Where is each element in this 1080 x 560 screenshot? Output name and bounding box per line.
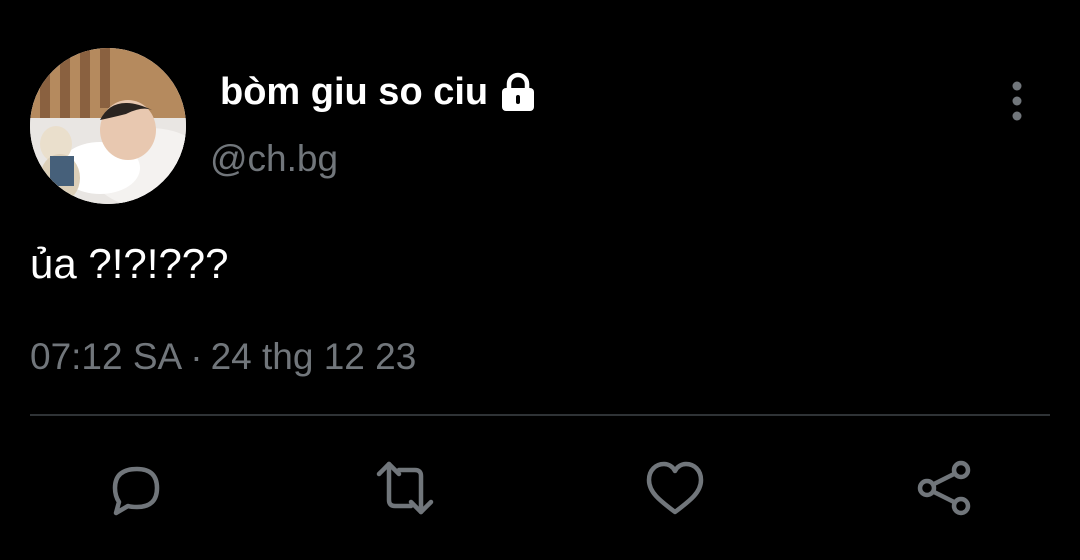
avatar[interactable]	[30, 48, 186, 204]
retweet-icon	[376, 461, 434, 515]
reply-button[interactable]	[103, 456, 167, 520]
display-name[interactable]: bòm giu so ciu	[220, 71, 488, 114]
avatar-photo	[30, 48, 186, 204]
share-icon	[917, 460, 971, 516]
user-handle[interactable]: @ch.bg	[210, 138, 338, 180]
like-button[interactable]	[643, 456, 707, 520]
meta-separator: ·	[190, 336, 203, 377]
tweet-time: 07:12 SA	[30, 336, 183, 377]
lock-icon	[496, 70, 540, 114]
tweet-timestamp[interactable]: 07:12 SA · 24 thg 12 23	[30, 336, 416, 378]
more-vertical-icon[interactable]	[1000, 78, 1034, 124]
reply-icon	[112, 466, 160, 516]
tweet-text: ủa ?!?!???	[30, 240, 229, 287]
tweet-date: 24 thg 12 23	[210, 336, 417, 377]
heart-icon	[646, 461, 704, 515]
divider	[30, 414, 1050, 416]
display-name-row: bòm giu so ciu	[220, 70, 540, 114]
share-button[interactable]	[913, 456, 977, 520]
retweet-button[interactable]	[373, 456, 437, 520]
